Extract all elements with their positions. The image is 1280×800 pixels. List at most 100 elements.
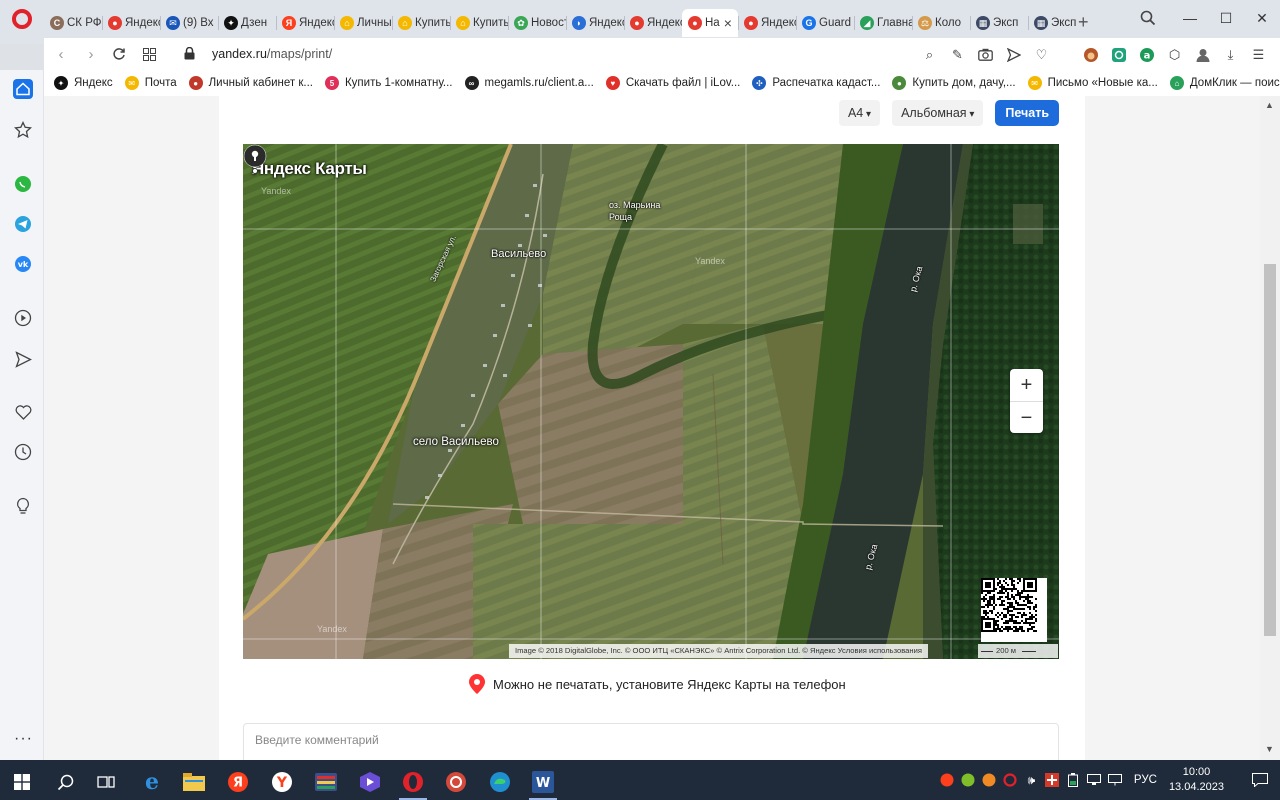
bookmark-item[interactable]: 5 Купить 1-комнатну... bbox=[324, 76, 453, 90]
bookmark-item[interactable]: ✣ Распечатка кадаст... bbox=[752, 76, 880, 90]
tab[interactable]: ✉ (9) Вх bbox=[160, 9, 218, 37]
tab[interactable]: ◢Главная bbox=[854, 9, 912, 37]
scroll-up-icon[interactable]: ▲ bbox=[1265, 100, 1274, 110]
bookmark-item[interactable]: ∞ megamls.ru/client.a... bbox=[464, 76, 594, 90]
sidebar-more-icon[interactable]: ··· bbox=[14, 730, 33, 748]
sidebar-home-icon[interactable] bbox=[13, 79, 33, 99]
yandex-app-icon[interactable]: Y bbox=[260, 764, 304, 800]
tray-red-plus-icon[interactable] bbox=[1042, 760, 1063, 800]
file-explorer-icon[interactable] bbox=[172, 764, 216, 800]
forward-icon[interactable]: › bbox=[82, 45, 100, 63]
tab-active[interactable]: ● На × bbox=[682, 9, 738, 37]
tab[interactable]: ▦ Эксп bbox=[970, 9, 1028, 37]
sidebar-history-icon[interactable] bbox=[13, 442, 33, 462]
tab[interactable]: С СК РФ bbox=[44, 9, 102, 37]
tab[interactable]: G Guard bbox=[796, 9, 854, 37]
search-page-icon[interactable]: ⌕ bbox=[920, 45, 939, 64]
sidebar-send-icon[interactable] bbox=[13, 349, 33, 369]
send-icon[interactable] bbox=[1004, 45, 1023, 64]
network-icon[interactable] bbox=[1105, 760, 1126, 800]
comment-input[interactable]: Введите комментарий bbox=[243, 723, 1059, 760]
task-view-icon[interactable] bbox=[84, 764, 128, 800]
sidebar-bookmarks-icon[interactable] bbox=[13, 120, 33, 140]
bookmark-item[interactable]: ✦ Яндекс bbox=[54, 76, 113, 90]
sidebar-whatsapp-icon[interactable] bbox=[13, 174, 33, 194]
tab[interactable]: ✿Новости bbox=[508, 9, 566, 37]
tray-orange-icon[interactable] bbox=[979, 760, 1000, 800]
new-tab-button[interactable]: + bbox=[1078, 12, 1089, 33]
extension-green-icon[interactable] bbox=[1109, 45, 1128, 64]
tab[interactable]: ◗ Яндекс bbox=[566, 9, 624, 37]
sidebar-player-icon[interactable] bbox=[13, 308, 33, 328]
close-tab-icon[interactable]: × bbox=[724, 15, 732, 31]
app-red-icon[interactable] bbox=[434, 764, 478, 800]
start-icon[interactable] bbox=[0, 764, 44, 800]
scroll-down-icon[interactable]: ▼ bbox=[1265, 744, 1274, 754]
camera-icon[interactable] bbox=[976, 45, 995, 64]
easy-setup-icon[interactable]: ☰ bbox=[1249, 45, 1268, 64]
tab[interactable]: ⌂Личный bbox=[334, 9, 392, 37]
bookmark-item[interactable]: ✉ Письмо «Новые ка... bbox=[1027, 76, 1158, 90]
close-window-button[interactable]: ✕ bbox=[1244, 0, 1280, 36]
bookmark-item[interactable]: ● Купить дом, дачу,... bbox=[892, 76, 1016, 90]
tray-display-icon[interactable] bbox=[1084, 760, 1105, 800]
zoom-out-button[interactable]: − bbox=[1010, 402, 1043, 434]
tray-battery-icon[interactable] bbox=[1063, 760, 1084, 800]
mail-app-icon[interactable] bbox=[304, 764, 348, 800]
extension-a-icon[interactable]: a bbox=[1137, 45, 1156, 64]
notifications-icon[interactable] bbox=[1240, 773, 1280, 787]
tray-yandex-icon[interactable] bbox=[937, 760, 958, 800]
location-pin-icon[interactable] bbox=[243, 144, 267, 174]
edge-icon[interactable] bbox=[478, 764, 522, 800]
clock[interactable]: 10:00 13.04.2023 bbox=[1169, 765, 1224, 795]
search-icon[interactable] bbox=[43, 764, 87, 800]
sidebar-telegram-icon[interactable] bbox=[13, 214, 33, 234]
speed-dial-icon[interactable] bbox=[140, 45, 158, 63]
media-player-icon[interactable] bbox=[348, 764, 392, 800]
opera-menu-icon[interactable] bbox=[12, 9, 32, 29]
print-button[interactable]: Печать bbox=[995, 100, 1059, 126]
paper-size-select[interactable]: A4 bbox=[838, 100, 881, 126]
extension-bear-icon[interactable] bbox=[1081, 45, 1100, 64]
bookmark-item[interactable]: ✉ Почта bbox=[124, 76, 177, 90]
edit-icon[interactable]: ✎ bbox=[948, 45, 967, 64]
tab[interactable]: ⌂ Купить bbox=[450, 9, 508, 37]
tab[interactable]: ● Яндекс bbox=[102, 9, 160, 37]
download-icon[interactable]: ⤓ bbox=[1221, 45, 1240, 64]
maximize-button[interactable]: ☐ bbox=[1208, 0, 1244, 36]
tab[interactable]: ✦ Дзен bbox=[218, 9, 276, 37]
reload-icon[interactable] bbox=[110, 45, 128, 63]
minimize-button[interactable]: — bbox=[1172, 0, 1208, 36]
scrollbar-thumb[interactable] bbox=[1264, 264, 1276, 636]
sidebar-heart-icon[interactable] bbox=[13, 402, 33, 422]
tab[interactable]: ⌂ Купить bbox=[392, 9, 450, 37]
internet-explorer-icon[interactable]: e bbox=[130, 764, 174, 800]
back-icon[interactable]: ‹ bbox=[52, 45, 70, 63]
tab[interactable]: ● Яндекс bbox=[624, 9, 682, 37]
tab[interactable]: Я Яндекс bbox=[276, 9, 334, 37]
lock-icon[interactable] bbox=[184, 46, 195, 63]
sidebar-vk-icon[interactable]: vk bbox=[13, 254, 33, 274]
tab[interactable]: ● Яндекс bbox=[738, 9, 796, 37]
extensions-cube-icon[interactable]: ⬡ bbox=[1165, 45, 1184, 64]
opera-taskbar-icon[interactable] bbox=[391, 764, 435, 800]
language-indicator[interactable]: РУС bbox=[1134, 774, 1157, 786]
volume-icon[interactable]: 🕪 bbox=[1021, 760, 1042, 800]
page-scrollbar[interactable]: ▲ ▼ bbox=[1260, 96, 1280, 760]
tab-search-icon[interactable] bbox=[1140, 10, 1156, 29]
yandex-browser-icon[interactable]: Я bbox=[216, 764, 260, 800]
install-app-tip[interactable]: Можно не печатать, установите Яндекс Кар… bbox=[469, 674, 846, 694]
zoom-in-button[interactable]: + bbox=[1010, 369, 1043, 401]
tray-opera-icon[interactable] bbox=[1000, 760, 1021, 800]
orientation-select[interactable]: Альбомная bbox=[892, 100, 984, 126]
bookmark-item[interactable]: ♥ Скачать файл | iLov... bbox=[605, 76, 740, 90]
satellite-map[interactable]: Яндекс Карты Васильево оз. Марьина Роща … bbox=[243, 144, 1059, 659]
heart-icon[interactable]: ♡ bbox=[1032, 45, 1051, 64]
tray-green-icon[interactable] bbox=[958, 760, 979, 800]
tab[interactable]: ⚖ Коло bbox=[912, 9, 970, 37]
bookmark-item[interactable]: ⌂ ДомКлик — поиск... bbox=[1169, 76, 1280, 90]
word-icon[interactable]: W bbox=[521, 764, 565, 800]
profile-icon[interactable] bbox=[1193, 45, 1212, 64]
bookmark-item[interactable]: ● Личный кабинет к... bbox=[188, 76, 313, 90]
sidebar-tips-icon[interactable] bbox=[13, 496, 33, 516]
